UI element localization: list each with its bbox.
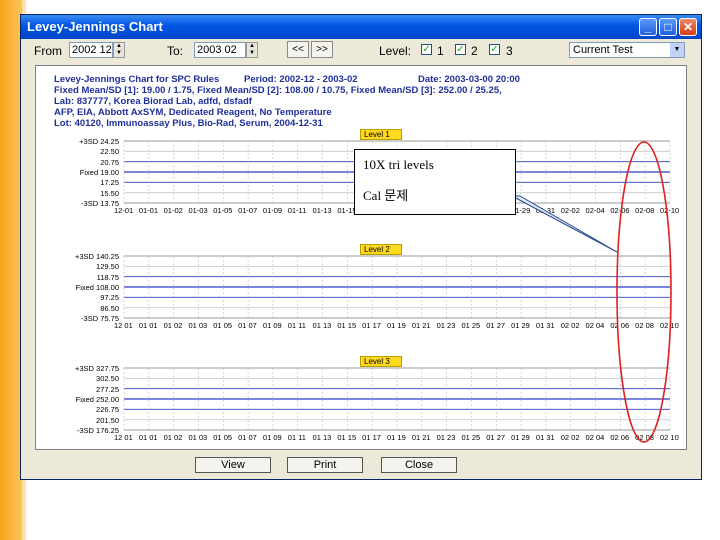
annotation-text-2: Cal 문제 <box>363 188 409 203</box>
highlight-ellipse <box>616 141 672 443</box>
annotation-callout: 10X tri levels Cal 문제 <box>354 149 516 215</box>
callout-pointer <box>511 195 618 253</box>
annotation-overlay <box>511 141 672 443</box>
annotation-text-1: 10X tri levels <box>363 157 434 172</box>
